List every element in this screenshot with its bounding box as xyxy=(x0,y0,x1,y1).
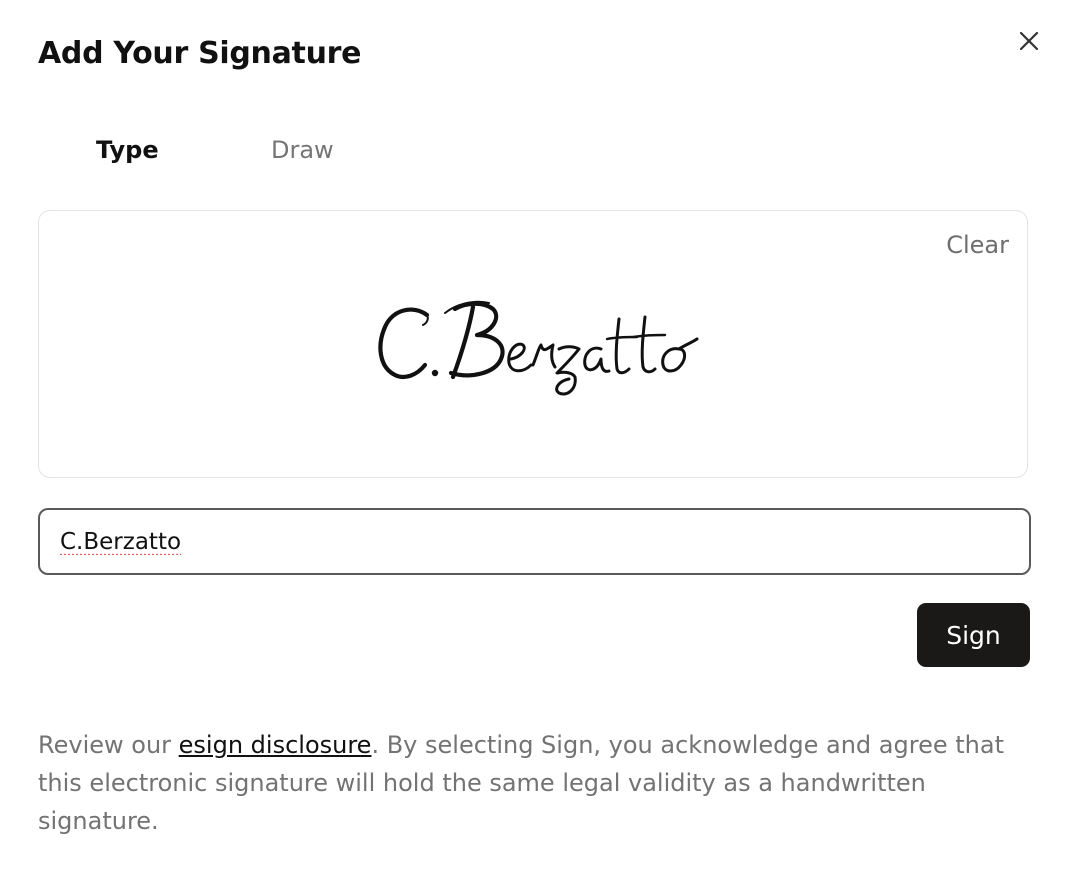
disclosure-prefix: Review our xyxy=(38,731,179,759)
esign-disclosure-link[interactable]: esign disclosure xyxy=(179,731,372,759)
signature-mode-tabs: Type Draw xyxy=(38,136,438,176)
signature-dialog: Add Your Signature Type Draw Clear C.Ber… xyxy=(0,0,1070,874)
sign-button[interactable]: Sign xyxy=(917,603,1030,667)
signature-text-field[interactable] xyxy=(38,508,1031,575)
close-button[interactable] xyxy=(1012,24,1046,58)
close-icon[interactable] xyxy=(1018,30,1040,52)
signature-rendering xyxy=(378,300,699,396)
tab-draw[interactable]: Draw xyxy=(271,136,334,164)
signature-preview: Clear xyxy=(38,210,1028,478)
signature-input[interactable] xyxy=(60,510,1000,573)
dialog-title: Add Your Signature xyxy=(38,36,362,71)
clear-button[interactable]: Clear xyxy=(946,231,1009,259)
tab-type[interactable]: Type xyxy=(96,136,159,164)
esign-disclosure-notice: Review our esign disclosure. By selectin… xyxy=(38,726,1028,840)
